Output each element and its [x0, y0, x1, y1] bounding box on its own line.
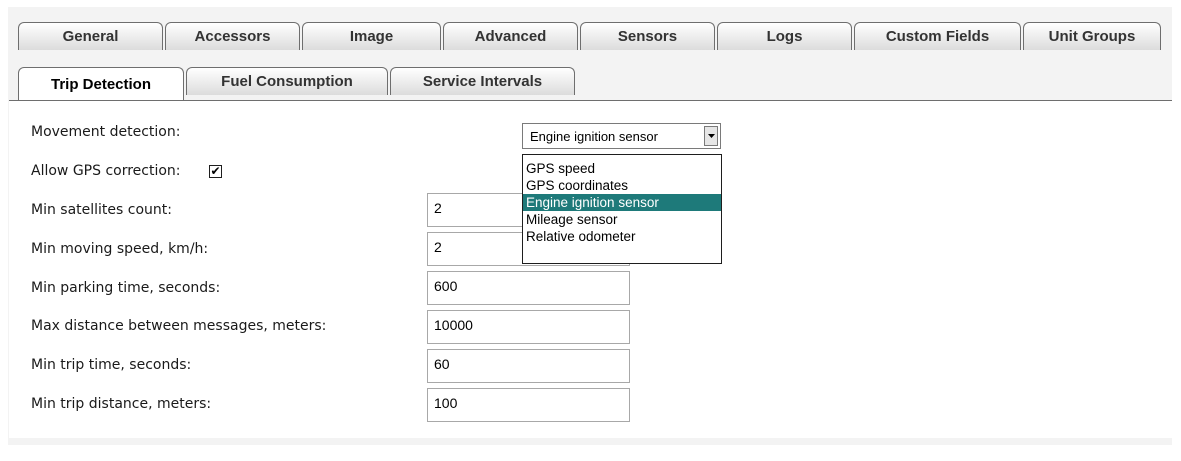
tab-unit-groups[interactable]: Unit Groups [1023, 22, 1161, 50]
movement-detection-dropdown: GPS speed GPS coordinates Engine ignitio… [522, 154, 722, 264]
min-trip-distance-input[interactable]: 100 [427, 388, 630, 422]
movement-detection-value: Engine ignition sensor [530, 129, 658, 144]
option-relative-odometer[interactable]: Relative odometer [523, 228, 721, 245]
min-moving-speed-label: Min moving speed, km/h: [31, 241, 209, 257]
max-distance-label: Max distance between messages, meters: [31, 318, 327, 334]
min-parking-time-label: Min parking time, seconds: [31, 280, 221, 296]
min-satellites-label: Min satellites count: [31, 202, 172, 218]
gps-correction-label: Allow GPS correction: [31, 163, 181, 179]
max-distance-input[interactable]: 10000 [427, 310, 630, 344]
tab-general[interactable]: General [18, 22, 163, 50]
tab-image[interactable]: Image [302, 22, 441, 50]
tab-accessors[interactable]: Accessors [165, 22, 300, 50]
min-trip-time-label: Min trip time, seconds: [31, 357, 192, 373]
option-gps-speed[interactable]: GPS speed [523, 160, 721, 177]
min-trip-distance-label: Min trip distance, meters: [31, 396, 212, 412]
min-parking-time-input[interactable]: 600 [427, 271, 630, 305]
option-mileage-sensor[interactable]: Mileage sensor [523, 211, 721, 228]
gps-correction-checkbox[interactable]: ✔ [209, 165, 222, 178]
chevron-down-icon[interactable] [704, 126, 718, 146]
tab-trip-detection[interactable]: Trip Detection [18, 67, 184, 100]
movement-detection-label: Movement detection: [31, 124, 181, 140]
tab-sensors[interactable]: Sensors [580, 22, 715, 50]
option-engine-ignition-sensor[interactable]: Engine ignition sensor [523, 194, 721, 211]
tab-custom-fields[interactable]: Custom Fields [854, 22, 1021, 50]
tab-service-intervals[interactable]: Service Intervals [390, 67, 575, 95]
option-gps-coordinates[interactable]: GPS coordinates [523, 177, 721, 194]
min-trip-time-input[interactable]: 60 [427, 349, 630, 383]
tab-advanced[interactable]: Advanced [443, 22, 578, 50]
tab-logs[interactable]: Logs [717, 22, 852, 50]
tab-fuel-consumption[interactable]: Fuel Consumption [186, 67, 388, 95]
movement-detection-select[interactable]: Engine ignition sensor [522, 123, 721, 149]
